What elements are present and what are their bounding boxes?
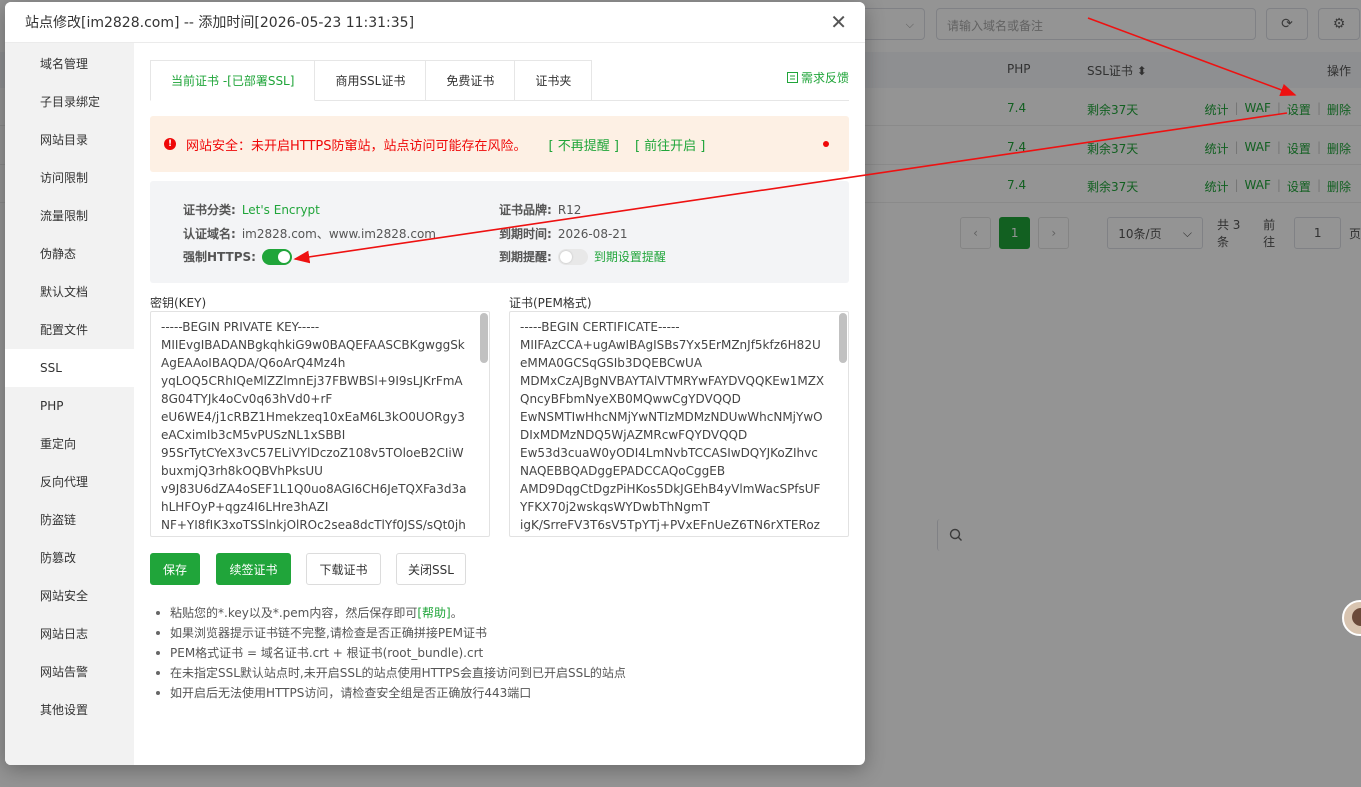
expire-reminder-label: 到期提醒:: [499, 250, 552, 264]
close-ssl-button[interactable]: 关闭SSL: [396, 553, 466, 585]
sidebar-item-site-dir[interactable]: 网站目录: [5, 121, 134, 159]
cert-info: 证书分类: Let's Encrypt 认证域名: im2828.com、www…: [150, 181, 849, 283]
enable-protection-link[interactable]: [ 前往开启 ]: [635, 135, 705, 154]
sidebar-item-subdir[interactable]: 子目录绑定: [5, 83, 134, 121]
alert-text: 网站安全：未开启HTTPS防窜站，站点访问可能存在风险。: [186, 138, 527, 154]
cert-domain-value: im2828.com、www.im2828.com: [241, 227, 436, 241]
tip-text: PEM格式证书 = 域名证书.crt + 根证书(root_bundle).cr…: [170, 646, 484, 660]
sidebar-item-other[interactable]: 其他设置: [5, 691, 134, 729]
sidebar-item-default-doc[interactable]: 默认文档: [5, 273, 134, 311]
force-https-label: 强制HTTPS:: [183, 250, 256, 264]
sidebar-item-domain[interactable]: 域名管理: [5, 45, 134, 83]
tab-cert-folder[interactable]: 证书夹: [515, 60, 593, 101]
ssl-tabs: 当前证书 -[已部署SSL] 商用SSL证书 免费证书 证书夹: [150, 60, 593, 101]
tip-text: 如果浏览器提示证书链不完整,请检查是否正确拼接PEM证书: [170, 626, 487, 640]
sidebar-item-reverse-proxy[interactable]: 反向代理: [5, 463, 134, 501]
cert-brand-label: 证书品牌:: [499, 203, 552, 217]
key-textarea[interactable]: -----BEGIN PRIVATE KEY----- MIIEvgIBADAN…: [150, 311, 490, 537]
key-label: 密钥(KEY): [150, 296, 207, 310]
feedback-icon: [786, 72, 798, 83]
download-cert-button[interactable]: 下载证书: [306, 553, 381, 585]
cert-domain: 认证域名: im2828.com、www.im2828.com: [183, 225, 436, 242]
cert-brand-value: R12: [557, 202, 582, 217]
renew-cert-button[interactable]: 续签证书: [216, 553, 291, 585]
list-item: 如果浏览器提示证书链不完整,请检查是否正确拼接PEM证书: [150, 623, 626, 643]
cert-category-label: 证书分类:: [183, 203, 236, 217]
list-item: PEM格式证书 = 域名证书.crt + 根证书(root_bundle).cr…: [150, 643, 626, 663]
tab-current-cert[interactable]: 当前证书 -[已部署SSL]: [150, 60, 316, 101]
sidebar-item-tamper-proof[interactable]: 防篡改: [5, 539, 134, 577]
help-link[interactable]: [帮助]: [417, 603, 450, 623]
tip-text: 粘贴您的*.key以及*.pem内容，然后保存即可: [170, 606, 418, 620]
cert-category-value: Let's Encrypt: [241, 202, 320, 217]
sidebar-item-security[interactable]: 网站安全: [5, 577, 134, 615]
cert-domain-label: 认证域名:: [183, 227, 236, 241]
tab-commercial-ssl[interactable]: 商用SSL证书: [315, 60, 427, 101]
force-https-toggle[interactable]: [261, 248, 292, 265]
security-alert: ! 网站安全：未开启HTTPS防窜站，站点访问可能存在风险。 [ 不再提醒 ] …: [150, 116, 849, 172]
tip-text: 在未指定SSL默认站点时,未开启SSL的站点使用HTTPS会直接访问到已开启SS…: [170, 666, 626, 680]
reminder-settings-link[interactable]: 到期设置提醒: [594, 248, 666, 265]
force-https: 强制HTTPS:: [183, 248, 292, 265]
sidebar-item-php[interactable]: PHP: [5, 387, 134, 425]
sidebar-item-rewrite[interactable]: 伪静态: [5, 235, 134, 273]
sidebar-item-access-limit[interactable]: 访问限制: [5, 159, 134, 197]
sidebar-item-config[interactable]: 配置文件: [5, 311, 134, 349]
ssl-panel: 当前证书 -[已部署SSL] 商用SSL证书 免费证书 证书夹 需求反馈 ! 网…: [150, 43, 849, 765]
cert-expire-value: 2026-08-21: [557, 226, 628, 241]
cert-brand: 证书品牌: R12: [499, 201, 581, 218]
cert-expire: 到期时间: 2026-08-21: [499, 225, 628, 242]
feedback-link[interactable]: 需求反馈: [786, 69, 849, 86]
modal-body: 域名管理 子目录绑定 网站目录 访问限制 流量限制 伪静态 默认文档 配置文件 …: [5, 43, 865, 765]
list-item: 如开启后无法使用HTTPS访问，请检查安全组是否正确放行443端口: [150, 683, 626, 703]
list-item: 在未指定SSL默认站点时,未开启SSL的站点使用HTTPS会直接访问到已开启SS…: [150, 663, 626, 683]
cert-textarea[interactable]: -----BEGIN CERTIFICATE----- MIIFAzCCA+ug…: [509, 311, 849, 537]
tip-text: 如开启后无法使用HTTPS访问，请检查安全组是否正确放行443端口: [170, 686, 532, 700]
expire-reminder-toggle[interactable]: [557, 248, 588, 265]
sidebar-item-traffic-limit[interactable]: 流量限制: [5, 197, 134, 235]
feedback-label: 需求反馈: [800, 71, 849, 85]
sidebar-item-alerts[interactable]: 网站告警: [5, 653, 134, 691]
settings-sidebar: 域名管理 子目录绑定 网站目录 访问限制 流量限制 伪静态 默认文档 配置文件 …: [5, 43, 134, 765]
tip-text: 。: [450, 606, 463, 620]
cert-label: 证书(PEM格式): [509, 296, 592, 310]
key-scrollbar[interactable]: [480, 313, 488, 363]
close-icon[interactable]: ✕: [830, 12, 847, 32]
modal-header: 站点修改[im2828.com] -- 添加时间[2026-05-23 11:3…: [5, 2, 865, 43]
sidebar-item-logs[interactable]: 网站日志: [5, 615, 134, 653]
sidebar-item-ssl[interactable]: SSL: [5, 349, 134, 387]
list-item: 粘贴您的*.key以及*.pem内容，然后保存即可 [帮助]。: [150, 603, 626, 623]
help-tips: 粘贴您的*.key以及*.pem内容，然后保存即可 [帮助]。 如果浏览器提示证书…: [150, 603, 626, 703]
cert-expire-label: 到期时间:: [499, 227, 552, 241]
alert-dot: [823, 141, 829, 147]
save-button[interactable]: 保存: [150, 553, 200, 585]
sidebar-item-hotlink[interactable]: 防盗链: [5, 501, 134, 539]
modal-title: 站点修改[im2828.com] -- 添加时间[2026-05-23 11:3…: [25, 15, 415, 31]
site-edit-modal: 站点修改[im2828.com] -- 添加时间[2026-05-23 11:3…: [5, 2, 865, 765]
alert-icon: !: [164, 138, 176, 150]
cert-category: 证书分类: Let's Encrypt: [183, 201, 320, 218]
dismiss-alert-link[interactable]: [ 不再提醒 ]: [549, 135, 619, 154]
cert-scrollbar[interactable]: [839, 313, 847, 363]
sidebar-item-redirect[interactable]: 重定向: [5, 425, 134, 463]
tab-free-cert[interactable]: 免费证书: [426, 60, 516, 101]
expire-reminder: 到期提醒: 到期设置提醒: [499, 248, 666, 265]
